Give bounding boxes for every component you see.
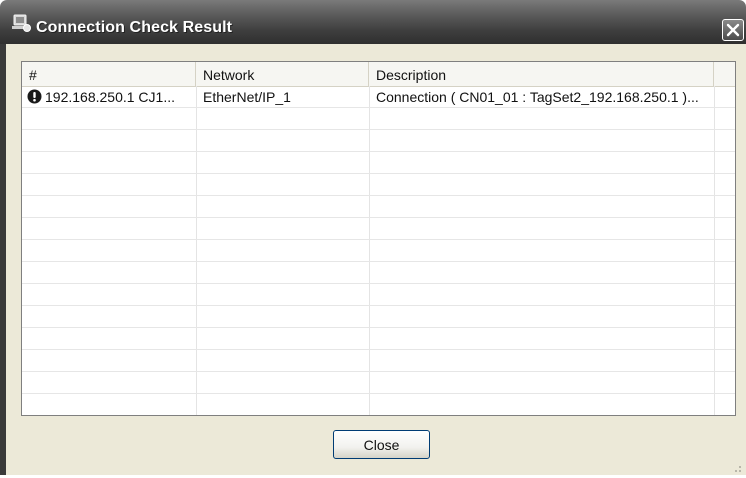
dialog-title: Connection Check Result bbox=[36, 19, 233, 36]
list-item bbox=[22, 240, 735, 262]
list-item bbox=[22, 284, 735, 306]
column-header-number[interactable]: # bbox=[22, 62, 196, 86]
result-list[interactable]: # Network Description 192.168.250.1 CJ1.… bbox=[21, 61, 736, 416]
column-header-network[interactable]: Network bbox=[196, 62, 369, 86]
title-bar[interactable]: Connection Check Result bbox=[0, 0, 746, 44]
dialog-body: # Network Description 192.168.250.1 CJ1.… bbox=[6, 44, 746, 475]
list-item bbox=[22, 130, 735, 152]
list-item bbox=[22, 218, 735, 240]
column-header-description[interactable]: Description bbox=[369, 62, 714, 86]
list-item bbox=[22, 328, 735, 350]
list-item bbox=[22, 350, 735, 372]
network-check-icon bbox=[10, 13, 32, 33]
row-description: Connection ( CN01_01 : TagSet2_192.168.2… bbox=[376, 89, 699, 105]
connection-check-dialog: Connection Check Result # Network Descri… bbox=[0, 0, 746, 475]
list-item bbox=[22, 306, 735, 328]
table-row[interactable]: 192.168.250.1 CJ1... EtherNet/IP_1 Conne… bbox=[22, 86, 735, 108]
list-header: # Network Description bbox=[22, 62, 735, 87]
close-button[interactable]: Close bbox=[333, 430, 430, 459]
list-item bbox=[22, 174, 735, 196]
row-network: EtherNet/IP_1 bbox=[203, 89, 291, 105]
list-item bbox=[22, 196, 735, 218]
list-item bbox=[22, 108, 735, 130]
resize-grip-icon[interactable] bbox=[732, 460, 742, 472]
list-item bbox=[22, 372, 735, 394]
list-item bbox=[22, 262, 735, 284]
row-id: 192.168.250.1 CJ1... bbox=[45, 89, 175, 105]
warning-icon bbox=[27, 89, 42, 104]
list-item bbox=[22, 152, 735, 174]
close-icon[interactable] bbox=[722, 19, 744, 41]
